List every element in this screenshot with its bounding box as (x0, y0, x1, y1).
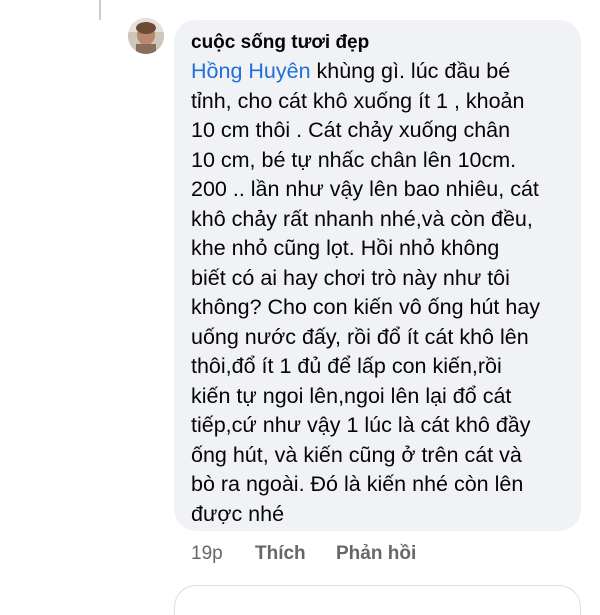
thread-connector-line (99, 0, 101, 20)
comment-timestamp[interactable]: 19p (191, 540, 223, 568)
avatar-photo-icon (128, 18, 164, 54)
comment-author-name[interactable]: cuộc sống tươi đẹp (191, 30, 565, 56)
like-button[interactable]: Thích (255, 540, 306, 568)
mention-link[interactable]: Hồng Huyên (191, 59, 311, 83)
avatar[interactable] (128, 18, 164, 54)
comment-body: Hồng Huyên khùng gì. lúc đầu bé tỉnh, ch… (191, 57, 565, 529)
comment-text-first-line: khùng gì. lúc đầu bé (310, 59, 511, 83)
next-comment-bubble (174, 585, 581, 615)
reply-button[interactable]: Phản hồi (336, 540, 416, 568)
comment-bubble: cuộc sống tươi đẹp Hồng Huyên khùng gì. … (174, 20, 581, 531)
comment-text-rest: tỉnh, cho cát khô xuống ít 1 , khoản 10 … (191, 88, 541, 526)
